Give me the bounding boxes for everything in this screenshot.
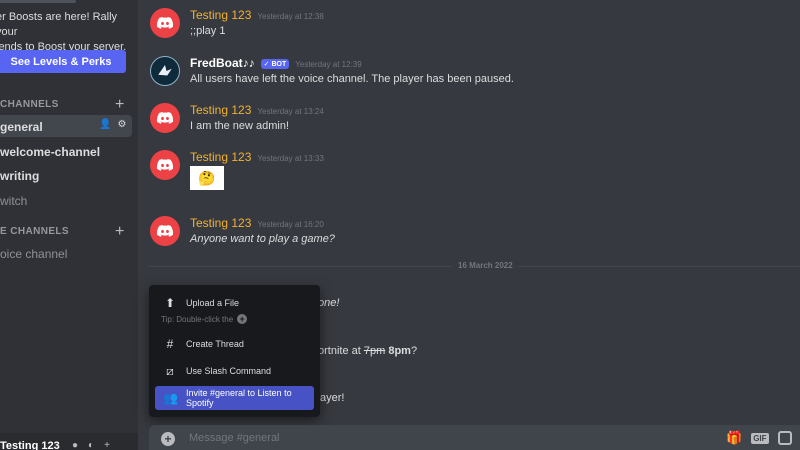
message-header: Testing 123 Yesterday at 12:38 [190,8,324,22]
message-author[interactable]: Testing 123 [190,150,251,164]
message-timestamp: Yesterday at 13:24 [257,107,324,116]
slash-command-label: Use Slash Command [186,366,272,376]
bold-text: 8pm [388,345,411,357]
create-thread-item[interactable]: # Create Thread [155,332,314,356]
message-input-bar: + 🎁 GIF [149,425,800,450]
add-voice-channel-icon[interactable]: + [115,224,124,240]
message-author[interactable]: Testing 123 [190,216,251,230]
partial-message-text: ortnite at 7pm 8pm? [318,345,417,357]
message-header: Testing 123 Yesterday at 16:20 [190,216,324,230]
message-author[interactable]: FredBoat♪♪ [190,56,255,70]
thread-icon: # [166,337,174,351]
channel-welcome[interactable]: welcome-channel [0,145,100,159]
invite-member-icon[interactable]: 👤 [99,119,111,130]
headphones-icon[interactable]: ◐ [88,440,94,450]
tip-text: Tip: Double-click the [161,314,234,324]
strikethrough-text: 7pm [363,345,386,357]
boost-text-line1: er Boosts are here! Rally your [0,11,118,38]
boost-banner: er Boosts are here! Rally your iends to … [0,0,136,55]
channel-sidebar: er Boosts are here! Rally your iends to … [0,0,138,450]
slash-command-icon: ⧄ [166,363,174,378]
message-text: All users have left the voice channel. T… [190,73,514,85]
message-header: FredBoat♪♪ ✓ BOT Yesterday at 12:39 [190,56,362,70]
partial-message-text: ayer! [320,392,345,404]
message-header: Testing 123 Yesterday at 13:24 [190,103,324,117]
spotify-invite-icon: 👥 [163,391,178,405]
channel-actions: 👤 ⚙ [99,119,126,130]
message-input[interactable] [189,432,709,444]
fredboat-avatar-icon[interactable] [150,56,180,86]
gift-icon[interactable]: 🎁 [726,430,742,446]
message-header: Testing 123 Yesterday at 13:33 [190,150,324,164]
gear-icon[interactable]: ⚙ [117,119,126,130]
voice-channel[interactable]: oice channel [0,247,67,261]
message-author[interactable]: Testing 123 [190,8,251,22]
message-text: ;;play 1 [190,25,226,37]
discord-avatar-icon[interactable] [150,216,180,246]
gif-button[interactable]: GIF [751,432,769,444]
user-name[interactable]: Testing 123 [0,440,60,450]
create-thread-label: Create Thread [186,339,244,349]
input-actions: 🎁 GIF [726,430,792,446]
add-attachment-icon[interactable]: + [161,432,175,446]
settings-icon[interactable]: + [104,440,110,450]
upload-file-label: Upload a File [186,298,240,308]
date-divider-label: 16 March 2022 [452,261,519,270]
upload-icon: ⬆ [164,296,176,310]
user-controls: ● ◐ + [72,440,110,450]
partial-suffix: ? [410,345,418,357]
slash-command-item[interactable]: ⧄ Use Slash Command [155,359,314,383]
bot-badge: ✓ BOT [260,59,290,69]
upload-file-item[interactable]: ⬆ Upload a File [155,291,314,315]
message-text: Anyone want to play a game? [190,233,335,245]
thinking-emoji-image[interactable]: 🤔 [190,166,224,190]
message-timestamp: Yesterday at 13:33 [257,154,324,163]
see-levels-perks-button[interactable]: See Levels & Perks [0,50,126,73]
message-text: I am the new admin! [190,120,290,132]
spotify-invite-label: Invite #general to Listen to Spotify [186,388,292,408]
channel-general[interactable]: general [0,120,43,134]
voice-channels-category[interactable]: E CHANNELS [0,226,69,237]
channel-writing[interactable]: writing [0,169,39,183]
upload-popup-menu: ⬆ Upload a File Tip: Double-click the + … [149,285,320,417]
discord-avatar-icon[interactable] [150,150,180,180]
upload-tip: Tip: Double-click the + [161,314,248,324]
sticker-icon[interactable] [777,431,792,445]
message-timestamp: Yesterday at 12:39 [295,60,362,69]
spotify-invite-item[interactable]: 👥 Invite #general to Listen to Spotify [155,386,314,410]
partial-prefix: ortnite at [318,345,364,357]
discord-window: er Boosts are here! Rally your iends to … [0,0,800,450]
text-channels-category[interactable]: CHANNELS [0,99,59,110]
add-text-channel-icon[interactable]: + [115,97,124,113]
message-timestamp: Yesterday at 16:20 [257,220,324,229]
mute-icon[interactable]: ● [72,440,78,450]
partial-message-text: one! [318,297,340,309]
channel-witch[interactable]: witch [0,194,27,208]
boost-progress-bar [0,0,76,3]
discord-avatar-icon[interactable] [150,8,180,38]
plus-circle-icon: + [237,314,248,324]
message-timestamp: Yesterday at 12:38 [257,12,324,21]
message-author[interactable]: Testing 123 [190,103,251,117]
discord-avatar-icon[interactable] [150,103,180,133]
